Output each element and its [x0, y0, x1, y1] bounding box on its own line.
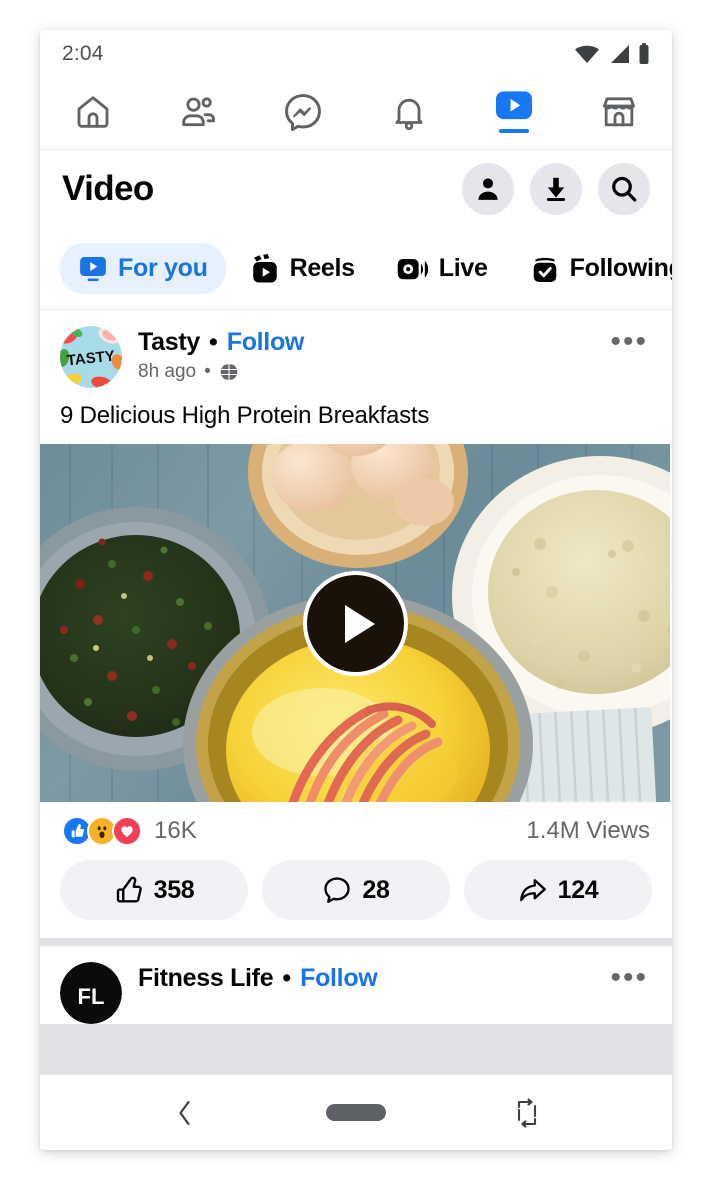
- follow-link[interactable]: Follow: [300, 964, 378, 993]
- separator-dot: •: [282, 964, 292, 992]
- person-icon: [478, 178, 498, 200]
- app-top-navigation: [40, 78, 672, 150]
- globe-icon: [218, 363, 239, 381]
- like-button[interactable]: 358: [60, 860, 248, 920]
- download-icon: [546, 177, 566, 202]
- video-thumbnail[interactable]: [40, 444, 670, 802]
- feed-post: FL Fitness Life • Follow •••: [40, 946, 672, 1024]
- tab-following[interactable]: Following: [512, 243, 672, 295]
- fitness-life-avatar-image: FL: [60, 962, 122, 1024]
- post-author-block: Fitness Life • Follow: [138, 962, 590, 993]
- comment-count: 28: [362, 875, 390, 904]
- comment-button[interactable]: 28: [262, 860, 450, 920]
- post-author-block: Tasty • Follow 8h ago •: [138, 326, 590, 383]
- tab-for-you[interactable]: For you: [60, 243, 226, 294]
- search-button[interactable]: [598, 163, 650, 215]
- post-stats: 16K 1.4M Views: [40, 802, 672, 856]
- video-icon: [495, 91, 532, 120]
- post-author-name[interactable]: Tasty: [138, 328, 200, 357]
- system-home-button[interactable]: [325, 1090, 386, 1136]
- cellular-signal-icon: [611, 45, 629, 63]
- share-button[interactable]: 124: [464, 860, 652, 920]
- status-bar: 2:04: [40, 30, 672, 78]
- reaction-count: 16K: [154, 817, 197, 844]
- live-icon: [397, 258, 429, 279]
- search-icon: [612, 176, 637, 202]
- share-icon: [519, 879, 546, 902]
- system-back-button[interactable]: [155, 1090, 215, 1136]
- avatar[interactable]: FL: [60, 962, 122, 1024]
- system-navigation-bar: [40, 1074, 672, 1150]
- heart-glyph: [121, 826, 133, 837]
- wifi-icon: [575, 45, 599, 63]
- separator-dot: •: [208, 328, 218, 356]
- post-meta-line: 8h ago •: [138, 361, 590, 383]
- messenger-icon: [285, 93, 322, 131]
- comment-icon: [324, 877, 351, 903]
- post-more-options-button[interactable]: •••: [606, 326, 652, 357]
- tasty-avatar-image: TASTY: [60, 326, 122, 388]
- header-actions: [462, 163, 650, 215]
- play-button[interactable]: [303, 571, 408, 676]
- post-author-name[interactable]: Fitness Life: [138, 964, 274, 993]
- meta-separator-dot: •: [204, 361, 211, 382]
- tab-label: Reels: [289, 254, 356, 282]
- reels-icon: [252, 253, 277, 282]
- status-clock: 2:04: [62, 42, 104, 65]
- post-more-options-button[interactable]: •••: [606, 962, 652, 993]
- system-recents-button[interactable]: [497, 1090, 557, 1136]
- tab-live[interactable]: Live: [379, 243, 506, 294]
- share-count: 124: [557, 875, 599, 904]
- post-author-line: Tasty • Follow: [138, 328, 590, 357]
- page-header: Video: [40, 150, 672, 228]
- post-header: FL Fitness Life • Follow •••: [40, 946, 672, 1024]
- video-feed[interactable]: TASTY Tasty • Follow 8h ago • ••• 9 Deli…: [40, 310, 672, 1074]
- svg-text:FL: FL: [78, 984, 105, 1009]
- page-title: Video: [62, 169, 154, 208]
- love-reaction: [112, 816, 142, 846]
- avatar[interactable]: TASTY: [60, 326, 122, 388]
- post-timestamp: 8h ago: [138, 361, 197, 382]
- like-count: 358: [153, 875, 195, 904]
- tab-label: For you: [118, 254, 208, 282]
- bell-icon: [395, 98, 422, 130]
- nav-item-friends[interactable]: [167, 86, 229, 138]
- home-icon: [77, 95, 109, 128]
- play-button-icon: [344, 604, 375, 643]
- reaction-summary[interactable]: 16K: [62, 816, 197, 846]
- video-tab-icon: [80, 256, 106, 281]
- home-pill-icon: [325, 1104, 386, 1121]
- status-icon-group: [574, 43, 650, 65]
- category-tab-bar: For you Reels Live Followin: [40, 228, 672, 310]
- post-action-bar: 358 28 124: [40, 856, 672, 938]
- nav-item-home[interactable]: [62, 86, 124, 138]
- nav-item-messenger[interactable]: [272, 86, 334, 138]
- following-icon: [533, 257, 556, 282]
- nav-item-notifications[interactable]: [378, 86, 440, 138]
- recent-apps-icon: [517, 1097, 536, 1128]
- post-author-line: Fitness Life • Follow: [138, 964, 590, 993]
- tab-label: Following: [569, 254, 672, 282]
- marketplace-icon: [603, 96, 635, 126]
- tab-reels[interactable]: Reels: [232, 243, 373, 295]
- downloads-button[interactable]: [530, 163, 582, 215]
- post-header: TASTY Tasty • Follow 8h ago • •••: [40, 310, 672, 388]
- post-caption: 9 Delicious High Protein Breakfasts: [60, 402, 430, 429]
- nav-item-marketplace[interactable]: [588, 86, 650, 138]
- battery-icon: [639, 43, 649, 64]
- phone-frame: 2:04 Video For you Reels Live Followin T…: [40, 30, 672, 1150]
- follow-link[interactable]: Follow: [227, 328, 305, 357]
- thumbs-up-icon: [116, 876, 142, 903]
- tab-label: Live: [438, 254, 488, 282]
- video-tab-active-indicator: [498, 129, 529, 133]
- thumbs-up-glyph: [71, 824, 85, 838]
- feed-post: TASTY Tasty • Follow 8h ago • ••• 9 Deli…: [40, 310, 672, 938]
- back-chevron-icon: [179, 1100, 190, 1125]
- profile-button[interactable]: [462, 163, 514, 215]
- friends-icon: [182, 96, 216, 126]
- nav-item-video[interactable]: [483, 86, 545, 138]
- wow-face-glyph: [97, 826, 107, 839]
- view-count: 1.4M Views: [526, 817, 650, 844]
